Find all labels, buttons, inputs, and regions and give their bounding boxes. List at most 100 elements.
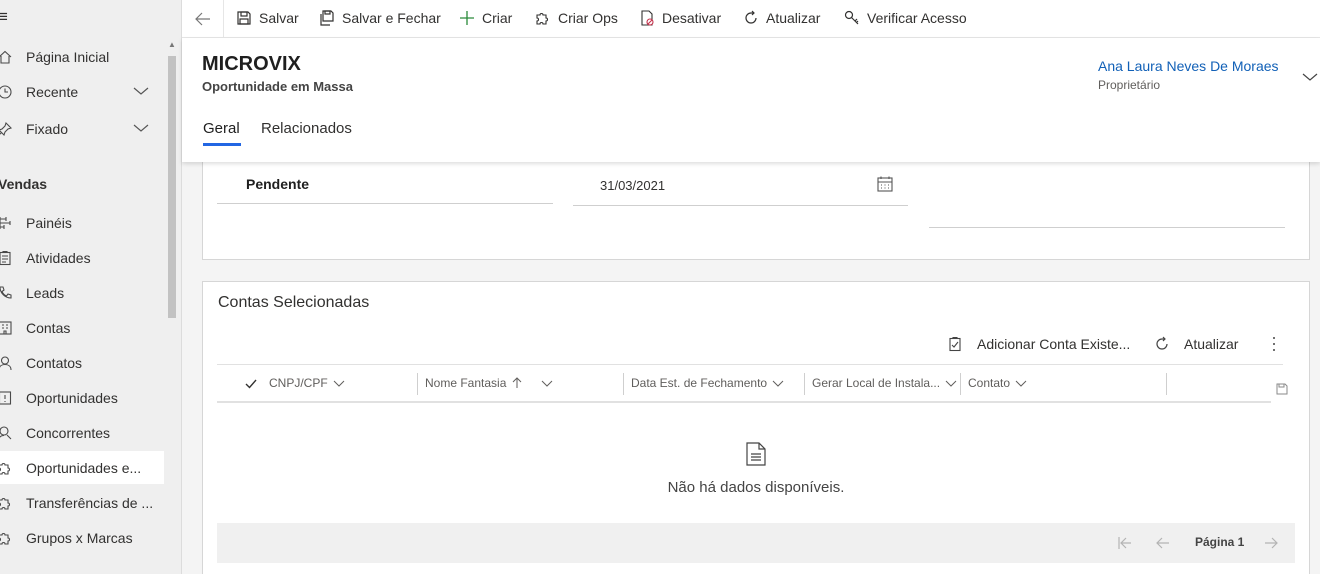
- hamburger-icon[interactable]: ≡: [0, 8, 16, 26]
- sidebar-item-competitors[interactable]: Concorrentes: [0, 416, 164, 449]
- sidebar-item-recent[interactable]: Recente: [0, 75, 164, 108]
- save-icon: [236, 10, 252, 26]
- sidebar-item-label: Concorrentes: [26, 424, 111, 441]
- save-close-label: Salvar e Fechar: [342, 10, 441, 26]
- field-underline: [929, 227, 1285, 228]
- column-separator[interactable]: [1166, 373, 1167, 395]
- column-separator[interactable]: [417, 373, 418, 395]
- sidebar-item-mass-opportunities[interactable]: Oportunidades e...: [0, 451, 164, 484]
- chevron-down-icon[interactable]: [132, 82, 150, 100]
- opportunity-icon: [0, 389, 14, 407]
- column-label: Contato: [968, 376, 1011, 390]
- empty-document-icon: [745, 442, 767, 466]
- sidebar-item-accounts[interactable]: Contas: [0, 311, 164, 344]
- subgrid-refresh-button[interactable]: Atualizar: [1154, 334, 1238, 354]
- sidebar-item-label: Atividades: [26, 249, 91, 266]
- sidebar-item-activities[interactable]: Atividades: [0, 241, 164, 274]
- general-section: Pendente 31/03/2021: [202, 162, 1310, 260]
- sidebar-scrollbar[interactable]: ▲: [167, 40, 177, 574]
- sidebar-item-label: Oportunidades e...: [26, 459, 142, 476]
- sidebar-item-transfers[interactable]: Transferências de ...: [0, 486, 164, 519]
- puzzle-icon: [0, 529, 14, 547]
- create-ops-button[interactable]: Criar Ops: [535, 0, 618, 36]
- column-header-close-date[interactable]: Data Est. de Fechamento: [631, 365, 784, 401]
- selected-accounts-section: Contas Selecionadas Adicionar Conta Exis…: [202, 281, 1310, 574]
- sidebar-item-label: Painéis: [26, 214, 72, 231]
- column-separator[interactable]: [623, 373, 624, 395]
- refresh-button[interactable]: Atualizar: [743, 0, 820, 36]
- dashboard-icon: [0, 214, 14, 232]
- sidebar-item-label: Grupos x Marcas: [26, 529, 133, 546]
- more-options-icon[interactable]: [1269, 334, 1279, 354]
- column-separator[interactable]: [960, 373, 961, 395]
- next-page-icon[interactable]: [1263, 535, 1279, 551]
- grid-header: CNPJ/CPF Nome Fantasia Data Est. de Fech…: [217, 365, 1271, 403]
- sidebar-item-opportunities[interactable]: Oportunidades: [0, 381, 164, 414]
- refresh-icon: [743, 10, 759, 26]
- create-ops-label: Criar Ops: [558, 10, 618, 26]
- sidebar-item-leads[interactable]: Leads: [0, 276, 164, 309]
- chevron-down-icon: [1015, 380, 1027, 387]
- column-separator[interactable]: [804, 373, 805, 395]
- add-existing-account-button[interactable]: Adicionar Conta Existe...: [947, 334, 1130, 354]
- select-all-checkmark-icon[interactable]: [244, 377, 258, 391]
- save-close-button[interactable]: Salvar e Fechar: [319, 0, 441, 36]
- chevron-down-icon: [945, 380, 957, 387]
- create-button[interactable]: Criar: [459, 0, 512, 36]
- refresh-icon: [1154, 336, 1170, 352]
- command-bar: Salvar Salvar e Fechar Criar Criar Ops D…: [182, 0, 1320, 38]
- deactivate-label: Desativar: [662, 10, 722, 26]
- sidebar-item-label: Oportunidades: [26, 389, 118, 406]
- date-field[interactable]: 31/03/2021: [600, 178, 665, 193]
- column-label: Nome Fantasia: [425, 376, 507, 390]
- column-label: Data Est. de Fechamento: [631, 376, 768, 390]
- calendar-icon[interactable]: [876, 175, 894, 193]
- pin-icon: [0, 120, 14, 138]
- empty-state-message: Não há dados disponíveis.: [667, 479, 845, 496]
- add-existing-icon: [947, 336, 963, 352]
- chevron-down-icon: [333, 380, 345, 387]
- chevron-down-icon: [542, 380, 553, 387]
- competitor-icon: [0, 424, 14, 442]
- phone-icon: [0, 284, 14, 302]
- sidebar-item-dashboards[interactable]: Painéis: [0, 206, 164, 239]
- form-body: Pendente 31/03/2021 Contas Selecionadas …: [182, 162, 1320, 574]
- column-header-cnpj[interactable]: CNPJ/CPF: [269, 365, 345, 401]
- sidebar-item-pinned[interactable]: Fixado: [0, 112, 164, 145]
- column-label: CNPJ/CPF: [269, 376, 328, 390]
- page-title: MICROVIX: [202, 53, 301, 75]
- puzzle-icon: [535, 10, 551, 26]
- sidebar-item-label: Página Inicial: [26, 48, 110, 65]
- sidebar-item-home[interactable]: Página Inicial: [0, 40, 164, 73]
- check-access-button[interactable]: Verificar Acesso: [844, 0, 967, 36]
- chevron-down-icon[interactable]: [132, 119, 150, 137]
- column-header-trade-name[interactable]: Nome Fantasia: [425, 365, 553, 401]
- back-arrow-icon[interactable]: [192, 8, 214, 30]
- column-header-contact[interactable]: Contato: [968, 365, 1027, 401]
- sidebar-item-contacts[interactable]: Contatos: [0, 346, 164, 379]
- person-icon: [0, 354, 14, 372]
- save-button[interactable]: Salvar: [236, 0, 299, 36]
- subgrid-refresh-label: Atualizar: [1184, 336, 1239, 352]
- tab-related[interactable]: Relacionados: [261, 120, 352, 148]
- sidebar-item-label: Contatos: [26, 354, 83, 371]
- scrollbar-thumb[interactable]: [168, 56, 176, 318]
- check-access-label: Verificar Acesso: [867, 10, 967, 26]
- previous-page-icon[interactable]: [1155, 535, 1171, 551]
- chevron-down-icon: [772, 380, 784, 387]
- save-close-icon: [319, 10, 335, 26]
- first-page-icon[interactable]: [1117, 535, 1133, 551]
- page-number: Página 1: [1195, 535, 1245, 549]
- sidebar-item-groups-brands[interactable]: Grupos x Marcas: [0, 521, 164, 554]
- deactivate-button[interactable]: Desativar: [639, 0, 721, 36]
- create-label: Criar: [482, 10, 513, 26]
- column-header-install-location[interactable]: Gerar Local de Instala...: [812, 365, 957, 401]
- save-view-icon[interactable]: [1276, 382, 1288, 395]
- scroll-up-icon[interactable]: ▲: [167, 40, 177, 50]
- chevron-down-icon[interactable]: [1301, 68, 1319, 86]
- add-existing-label: Adicionar Conta Existe...: [977, 336, 1131, 352]
- building-icon: [0, 319, 14, 337]
- sidebar-item-label: Transferências de ...: [26, 494, 154, 511]
- status-value[interactable]: Pendente: [246, 176, 309, 192]
- owner-link[interactable]: Ana Laura Neves De Moraes: [1098, 58, 1279, 74]
